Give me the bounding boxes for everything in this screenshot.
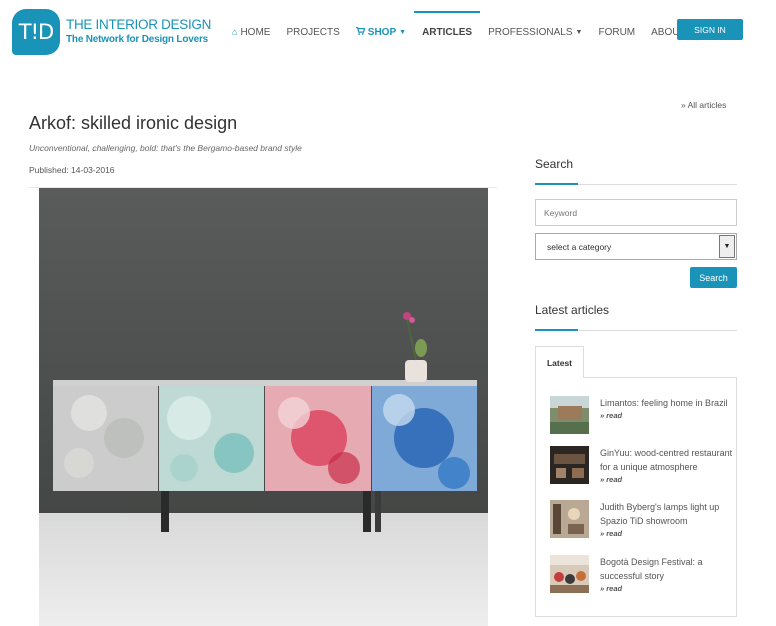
article-thumbnail <box>550 500 589 538</box>
search-heading-underline <box>535 183 737 185</box>
nav-forum[interactable]: FORUM <box>590 0 643 64</box>
search-button[interactable]: Search <box>690 267 737 288</box>
list-item[interactable]: Limantos: feeling home in Brazil » read <box>550 396 740 434</box>
nav-home-label: HOME <box>240 26 271 38</box>
category-select[interactable]: select a category ▼ <box>535 233 737 260</box>
chevron-down-icon: ▼ <box>719 235 735 258</box>
category-select-value: select a category <box>547 241 612 252</box>
nav-articles[interactable]: ARTICLES <box>414 0 481 64</box>
chevron-down-icon: ▼ <box>575 28 583 36</box>
latest-articles-panel: Limantos: feeling home in Brazil » read … <box>535 377 737 617</box>
published-date: Published: 14-03-2016 <box>29 165 115 175</box>
nav-professionals[interactable]: PROFESSIONALS ▼ <box>480 0 590 64</box>
item-title[interactable]: Limantos: feeling home in Brazil <box>600 396 740 410</box>
nav-projects-label: PROJECTS <box>286 26 340 38</box>
latest-heading-underline <box>535 329 737 331</box>
search-heading: Search <box>535 157 574 171</box>
nav-forum-label: FORUM <box>598 26 636 38</box>
nav-shop-label: SHOP <box>367 26 397 38</box>
logo-badge: T!D <box>12 9 60 55</box>
article-thumbnail <box>550 446 589 484</box>
article-thumbnail <box>550 555 589 593</box>
article-thumbnail <box>550 396 589 434</box>
latest-articles-heading: Latest articles <box>535 303 610 317</box>
read-link[interactable]: » read <box>600 411 740 420</box>
read-link[interactable]: » read <box>600 584 740 593</box>
list-item[interactable]: Judith Byberg's lamps light up Spazio Ti… <box>550 500 740 538</box>
main-nav: ⌂ HOME PROJECTS SHOP ▼ ARTICLES PROFESSI… <box>224 0 720 64</box>
item-title[interactable]: GinYuu: wood-centred restaurant for a un… <box>600 446 740 474</box>
site-logo[interactable]: T!D THE INTERIOR DESIGN The Network for … <box>12 9 211 55</box>
chevron-down-icon: ▼ <box>399 28 407 36</box>
cart-icon <box>355 26 366 37</box>
list-item[interactable]: Bogotà Design Festival: a successful sto… <box>550 555 740 593</box>
nav-professionals-label: PROFESSIONALS <box>488 26 573 38</box>
article-title: Arkof: skilled ironic design <box>29 113 238 133</box>
read-link[interactable]: » read <box>600 529 740 538</box>
item-title[interactable]: Bogotà Design Festival: a successful sto… <box>600 555 740 583</box>
logo-subtitle: The Network for Design Lovers <box>66 34 209 46</box>
sign-in-button[interactable]: SIGN IN <box>677 19 743 40</box>
logo-title: THE INTERIOR DESIGN <box>66 17 212 33</box>
article-subtitle: Unconventional, challenging, bold: that'… <box>29 143 302 153</box>
nav-projects[interactable]: PROJECTS <box>278 0 347 64</box>
nav-home[interactable]: ⌂ HOME <box>224 0 278 64</box>
article-hero-image <box>39 188 488 626</box>
home-icon: ⌂ <box>232 27 238 37</box>
item-title[interactable]: Judith Byberg's lamps light up Spazio Ti… <box>600 500 740 528</box>
list-item[interactable]: GinYuu: wood-centred restaurant for a un… <box>550 446 740 484</box>
read-link[interactable]: » read <box>600 475 740 484</box>
all-articles-link[interactable]: » All articles <box>681 100 726 110</box>
tab-latest[interactable]: Latest <box>535 346 584 378</box>
nav-shop[interactable]: SHOP ▼ <box>348 0 414 64</box>
nav-articles-label: ARTICLES <box>422 26 473 38</box>
keyword-input[interactable] <box>535 199 737 226</box>
